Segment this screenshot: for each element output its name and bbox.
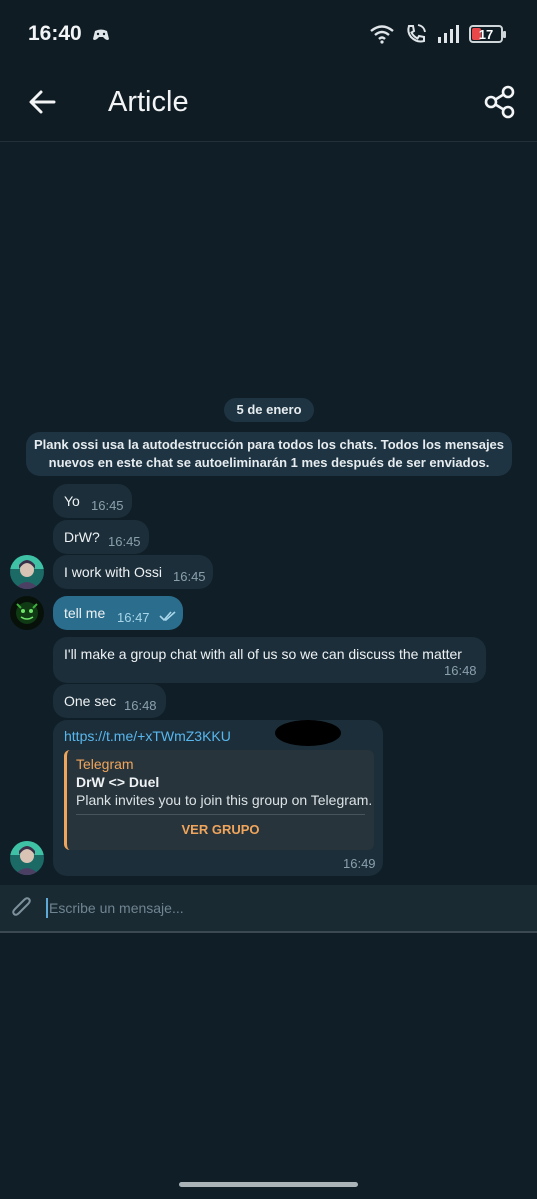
message-text: DrW?: [64, 529, 100, 545]
message-time: 16:45: [173, 569, 206, 584]
battery-level: 17: [478, 26, 494, 42]
message-input[interactable]: Escribe un mensaje...: [49, 900, 184, 916]
avatar[interactable]: [10, 596, 44, 630]
paperclip-icon[interactable]: [10, 895, 34, 921]
text-caret: [46, 898, 48, 918]
message-text: Yo: [64, 493, 80, 509]
home-indicator[interactable]: [179, 1182, 358, 1187]
empty-area: [0, 934, 537, 1199]
message-text: One sec: [64, 693, 117, 709]
message-time: 16:48: [124, 698, 157, 713]
wifi-icon: [370, 25, 394, 44]
wifi-calling-icon: [407, 24, 426, 43]
message-composer: Escribe un mensaje...: [0, 885, 537, 933]
user-avatar-icon: [10, 555, 44, 589]
user-avatar-icon: [10, 596, 44, 630]
app-bar: Article: [0, 70, 537, 142]
message-time: 16:45: [108, 534, 141, 549]
chat-screenshot: 5 de enero Plank ossi usa la autodestruc…: [0, 142, 537, 932]
avatar[interactable]: [10, 555, 44, 589]
message-bubble: DrW? 16:45: [53, 520, 149, 554]
message-bubble: One sec 16:48: [53, 684, 166, 718]
message-time: 16:49: [343, 856, 376, 871]
preview-site: Telegram: [76, 756, 134, 772]
status-time: 16:40: [28, 22, 82, 45]
game-controller-icon: [93, 29, 109, 40]
preview-divider: [76, 814, 365, 815]
page-title: Article: [108, 86, 189, 118]
preview-title: DrW <> Duel: [76, 774, 160, 790]
link-preview[interactable]: Telegram DrW <> Duel Plank invites you t…: [64, 750, 374, 850]
view-group-button[interactable]: VER GRUPO: [67, 822, 374, 837]
message-time: 16:47: [117, 610, 150, 625]
signal-icon: [438, 25, 459, 43]
preview-description: Plank invites you to join this group on …: [76, 792, 373, 808]
user-avatar-icon: [10, 841, 44, 875]
read-checkmarks-icon: [159, 611, 176, 622]
message-text: I work with Ossi: [64, 564, 163, 580]
message-bubble: Yo 16:45: [53, 484, 132, 518]
message-time: 16:45: [91, 498, 124, 513]
message-bubble-outgoing: tell me 16:47: [53, 596, 183, 630]
avatar[interactable]: [10, 841, 44, 875]
message-text: I'll make a group chat with all of us so…: [64, 646, 462, 662]
notice-line-2: nuevos en este chat se autoeliminarán 1 …: [48, 455, 490, 470]
status-icons: 17: [369, 22, 506, 46]
share-icon[interactable]: [483, 84, 517, 120]
message-bubble: I work with Ossi 16:45: [53, 555, 213, 589]
redaction-mark: [275, 720, 341, 746]
link-message-bubble: https://t.me/+xTWmZ3KKU Telegram DrW <> …: [53, 720, 383, 876]
status-bar: 16:40 17: [0, 0, 537, 70]
notice-line-1: Plank ossi usa la autodestrucción para t…: [33, 437, 505, 452]
invite-link[interactable]: https://t.me/+xTWmZ3KKU: [64, 728, 231, 744]
message-bubble: I'll make a group chat with all of us so…: [53, 637, 486, 683]
self-destruct-notice: Plank ossi usa la autodestrucción para t…: [26, 432, 512, 476]
back-arrow-icon[interactable]: [24, 84, 60, 120]
date-pill: 5 de enero: [224, 398, 314, 422]
message-text: tell me: [64, 605, 106, 621]
battery-icon: 17: [469, 25, 506, 43]
message-time: 16:48: [444, 663, 477, 678]
